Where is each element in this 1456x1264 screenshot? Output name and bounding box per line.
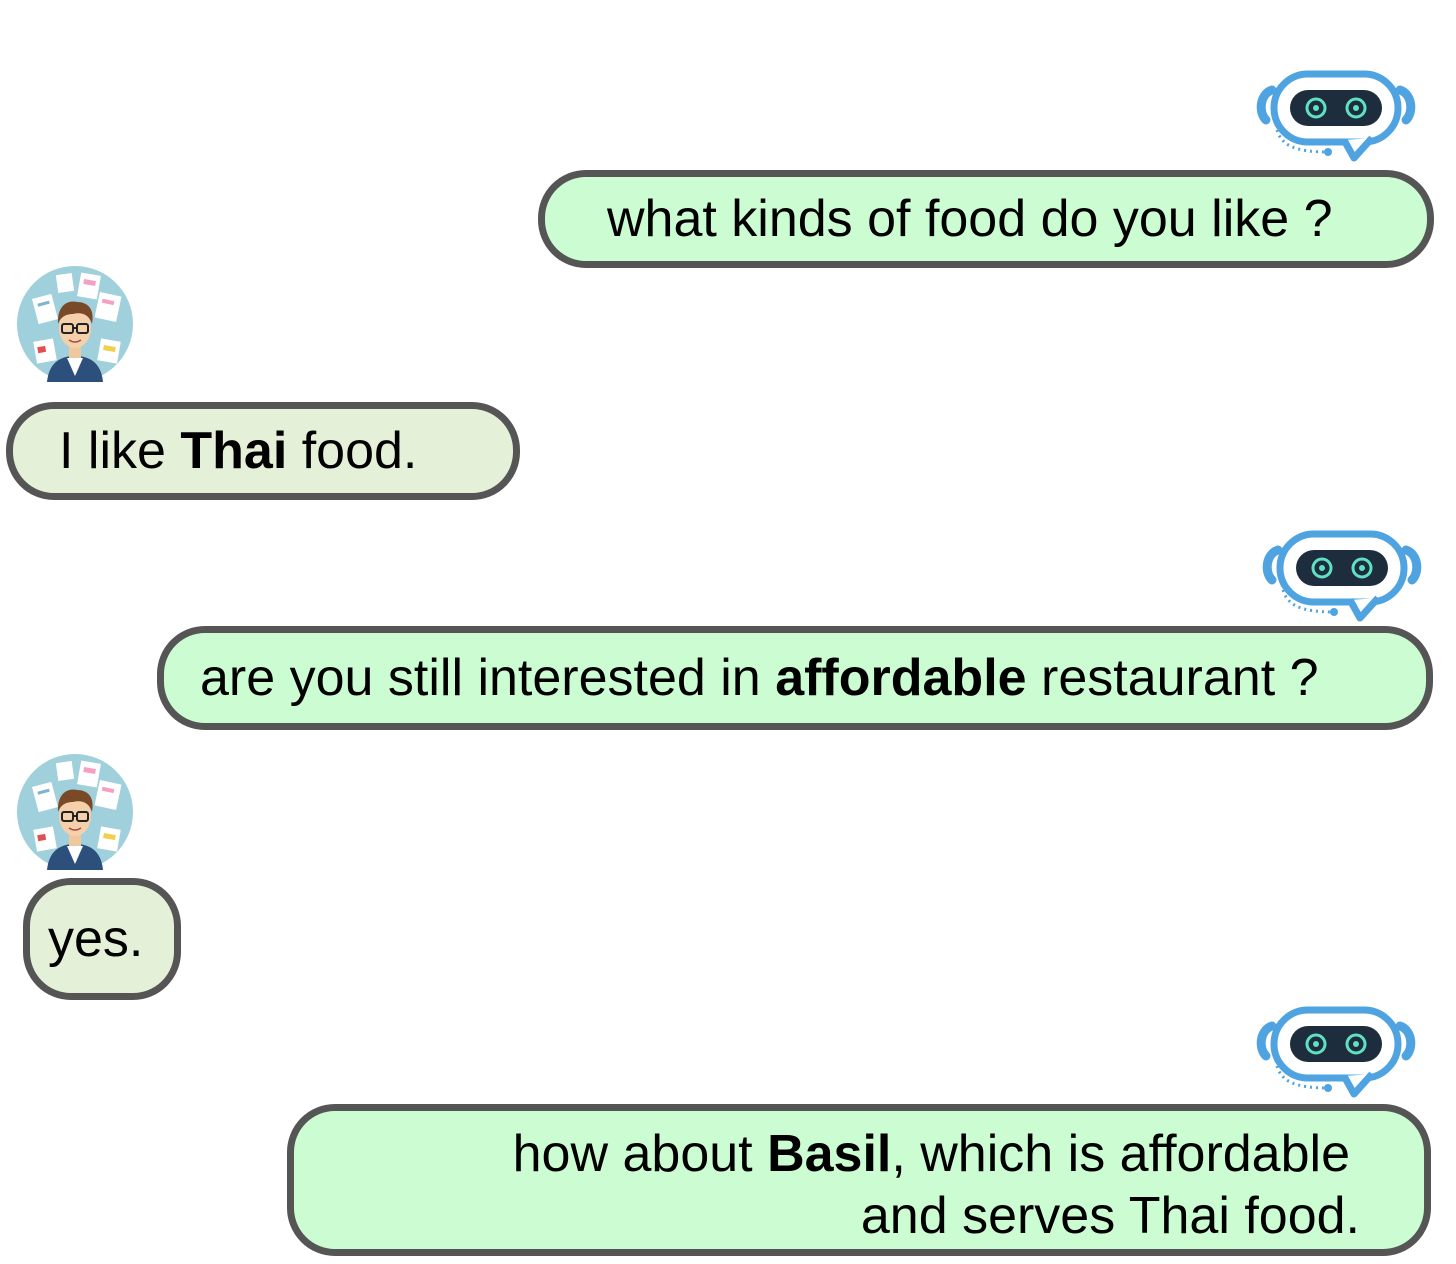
highlighted-entity: affordable <box>775 649 1027 707</box>
robot-chat-icon <box>1256 68 1418 164</box>
user-message-1: I like Thai food. <box>6 402 520 500</box>
bot-message-text: how about <box>512 1125 768 1183</box>
user-message-2: yes. <box>23 878 181 1000</box>
bot-message-line: and serves Thai food. <box>294 1185 1360 1247</box>
user-avatar-icon <box>17 266 133 382</box>
bot-message-line: how about Basil, which is affordable <box>294 1123 1360 1185</box>
user-message-text: yes. <box>48 910 144 968</box>
bot-message-text: and serves Thai food. <box>860 1187 1360 1245</box>
bot-message-text: , which is affordable <box>891 1125 1350 1183</box>
highlighted-entity: Basil <box>767 1125 892 1183</box>
bot-message-2: are you still interested in affordable r… <box>157 626 1433 730</box>
user-message-text: food. <box>287 422 418 480</box>
bot-message-1: what kinds of food do you like ? <box>538 170 1434 268</box>
robot-chat-icon <box>1262 528 1424 624</box>
user-avatar-icon <box>17 754 133 870</box>
bot-message-text: are you still interested in <box>200 649 776 707</box>
user-message-text: I like <box>59 422 181 480</box>
highlighted-entity: Thai <box>180 422 288 480</box>
bot-message-text: what kinds of food do you like ? <box>607 190 1333 248</box>
bot-message-3: how about Basil, which is affordable and… <box>287 1104 1431 1256</box>
robot-chat-icon <box>1256 1004 1418 1100</box>
bot-message-text: restaurant ? <box>1026 649 1319 707</box>
